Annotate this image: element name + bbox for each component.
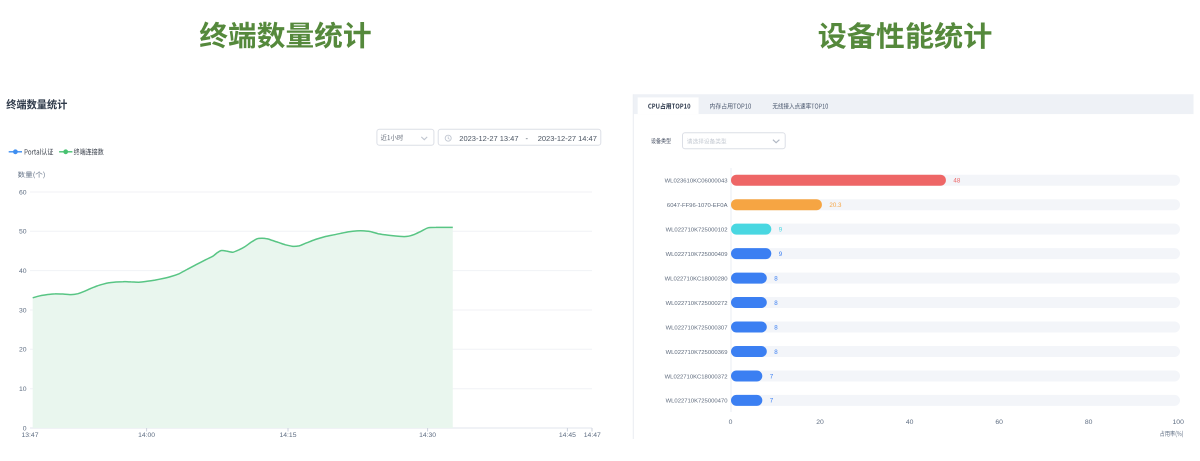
svg-text:2023-12-27 13:47: 2023-12-27 13:47 bbox=[459, 134, 518, 143]
svg-text:WL022710K725000409: WL022710K725000409 bbox=[666, 252, 728, 258]
svg-text:8: 8 bbox=[774, 349, 778, 356]
svg-text:WL022710K725000369: WL022710K725000369 bbox=[666, 350, 728, 356]
svg-text:14:30: 14:30 bbox=[419, 432, 436, 439]
svg-text:WL022710K725000102: WL022710K725000102 bbox=[666, 227, 728, 233]
svg-text:60: 60 bbox=[995, 419, 1003, 426]
svg-text:100: 100 bbox=[1173, 419, 1185, 426]
svg-text:13:47: 13:47 bbox=[21, 432, 38, 439]
svg-text:14:45: 14:45 bbox=[559, 432, 576, 439]
svg-text:6047-FF96-1070-EF0A: 6047-FF96-1070-EF0A bbox=[667, 203, 728, 209]
svg-text:8: 8 bbox=[774, 324, 778, 331]
svg-text:40: 40 bbox=[19, 268, 27, 275]
svg-text:WL022710KC18000280: WL022710KC18000280 bbox=[665, 276, 729, 282]
svg-text:14:00: 14:00 bbox=[138, 432, 155, 439]
svg-text:WL022710K725000272: WL022710K725000272 bbox=[666, 301, 728, 307]
svg-text:WL022710K725000307: WL022710K725000307 bbox=[666, 325, 728, 331]
svg-text:14:15: 14:15 bbox=[279, 432, 296, 439]
svg-text:WL023610KC06000043: WL023610KC06000043 bbox=[665, 179, 729, 185]
svg-text:8: 8 bbox=[774, 275, 778, 282]
svg-text:7: 7 bbox=[770, 373, 774, 380]
svg-text:48: 48 bbox=[953, 178, 960, 185]
svg-text:20: 20 bbox=[816, 419, 824, 426]
svg-text:20: 20 bbox=[19, 347, 27, 354]
svg-text:40: 40 bbox=[906, 419, 914, 426]
svg-text:WL022710KC18000372: WL022710KC18000372 bbox=[665, 374, 728, 380]
svg-text:20.3: 20.3 bbox=[829, 202, 842, 209]
svg-text:50: 50 bbox=[19, 229, 27, 236]
svg-text:WL022710K725000470: WL022710K725000470 bbox=[666, 399, 729, 405]
svg-text:80: 80 bbox=[1085, 419, 1093, 426]
svg-text:60: 60 bbox=[19, 189, 27, 196]
svg-text:0: 0 bbox=[729, 419, 733, 426]
svg-text:9: 9 bbox=[779, 251, 783, 258]
svg-text:7: 7 bbox=[770, 398, 774, 405]
svg-text:30: 30 bbox=[19, 307, 27, 314]
svg-text:8: 8 bbox=[774, 300, 778, 307]
svg-text:9: 9 bbox=[779, 226, 783, 233]
svg-text:14:47: 14:47 bbox=[584, 432, 601, 439]
svg-text:2023-12-27 14:47: 2023-12-27 14:47 bbox=[538, 134, 597, 143]
svg-text:10: 10 bbox=[19, 386, 27, 393]
